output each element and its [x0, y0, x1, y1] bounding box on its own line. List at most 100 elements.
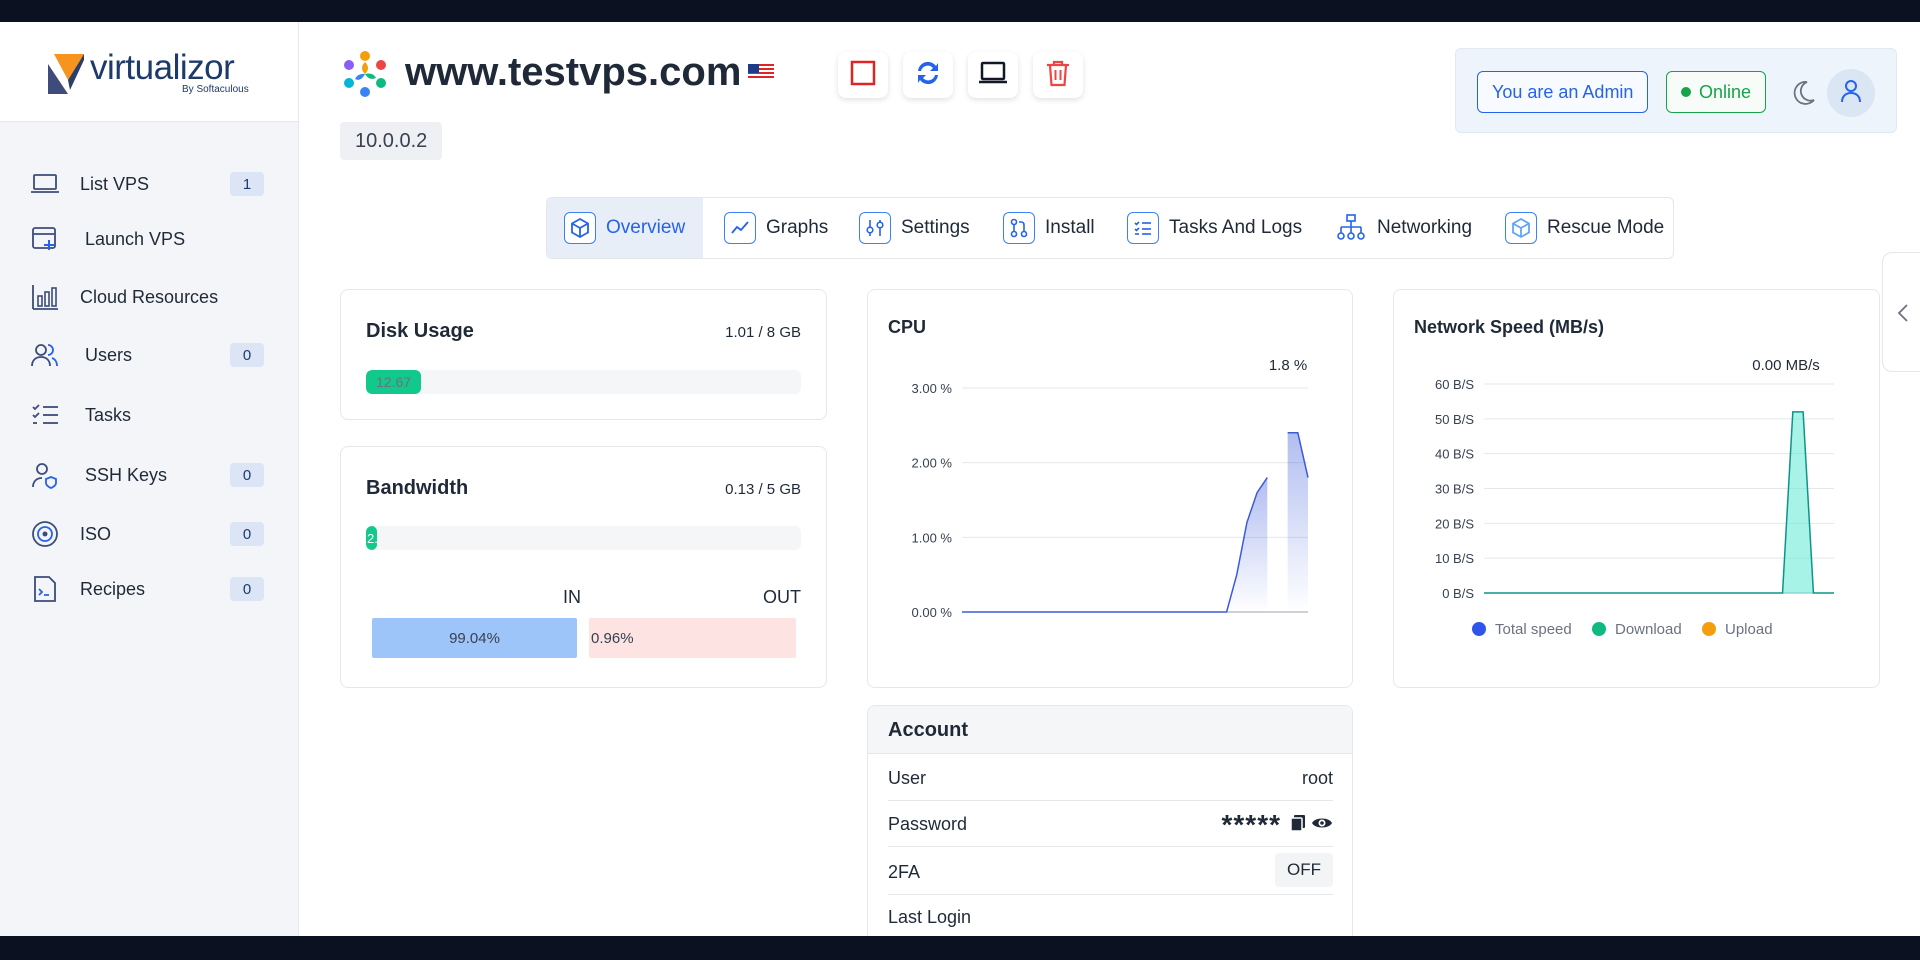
tab-label: Graphs [766, 217, 829, 238]
user-key-icon [30, 460, 60, 490]
tab-label: Install [1045, 217, 1095, 238]
2fa-toggle[interactable]: OFF [1275, 853, 1333, 887]
legend-label: Download [1615, 621, 1682, 638]
network-card: Network Speed (MB/s) 0.00 MB/s 0 B/S 10 B… [1393, 289, 1880, 688]
count-badge: 1 [230, 172, 264, 196]
card-title: Bandwidth [366, 477, 469, 499]
sidebar-item-label: Users [85, 344, 133, 365]
tab-rescue-mode[interactable]: Rescue Mode [1505, 198, 1664, 258]
sidebar-item-cloud-resources[interactable]: Cloud Resources [0, 277, 299, 317]
bandwidth-card: Bandwidth 0.13 / 5 GB 2. IN OUT 99.04% 0… [340, 446, 827, 688]
disc-icon [30, 519, 60, 549]
laptop-icon [979, 61, 1007, 90]
online-status-badge: Online [1666, 71, 1767, 113]
tab-settings[interactable]: Settings [859, 198, 970, 258]
out-percent: 0.96% [591, 629, 634, 647]
count-badge: 0 [230, 343, 264, 367]
git-pull-icon [1003, 212, 1035, 244]
sidebar-item-launch-vps[interactable]: Launch VPS [0, 219, 299, 259]
count-badge: 0 [230, 463, 264, 487]
checklist-icon [30, 400, 60, 430]
sidebar-item-ssh-keys[interactable]: SSH Keys 0 [0, 455, 299, 495]
cpu-line [962, 477, 1268, 613]
tab-label: Networking [1377, 217, 1473, 238]
sidebar-item-users[interactable]: Users 0 [0, 335, 299, 375]
sidebar-item-recipes[interactable]: Recipes 0 [0, 569, 299, 609]
cpu-y-tick-label: 2.00 % [912, 456, 953, 471]
brand-logo[interactable]: virtualizor By Softaculous [0, 22, 298, 122]
account-key: Last Login [888, 907, 972, 927]
net-y-tick-label: 60 B/S [1435, 377, 1474, 392]
virtualizor-logo-icon [48, 54, 84, 94]
admin-badge: You are an Admin [1477, 71, 1649, 113]
count-badge: 0 [230, 522, 264, 546]
in-label: IN [563, 587, 581, 607]
account-key: 2FA [888, 862, 921, 882]
legend-label: Upload [1725, 621, 1773, 638]
user-icon [1840, 79, 1862, 108]
vnc-console-button[interactable] [968, 52, 1018, 98]
eye-icon[interactable] [1311, 815, 1333, 836]
laptop-icon [30, 169, 60, 199]
users-icon [30, 340, 60, 370]
sidebar-item-iso[interactable]: ISO 0 [0, 514, 299, 554]
sidebar-item-list-vps[interactable]: List VPS 1 [0, 164, 299, 204]
cpu-area [962, 477, 1268, 612]
us-flag-icon [748, 64, 774, 80]
network-tree-icon [1335, 212, 1367, 244]
recipe-doc-icon [30, 574, 60, 604]
delete-button[interactable] [1033, 52, 1083, 98]
sidebar-item-label: Tasks [85, 404, 132, 425]
status-dot-icon [1681, 87, 1691, 97]
tab-overview[interactable]: Overview [547, 198, 703, 258]
disk-progress-bar: 12.67 [366, 370, 801, 394]
tab-install[interactable]: Install [1003, 198, 1095, 258]
sidebar-item-tasks[interactable]: Tasks [0, 395, 299, 435]
tab-label: Overview [606, 217, 686, 238]
app-window: virtualizor By Softaculous List VPS 1 La… [0, 22, 1920, 936]
chevron-left-icon [1897, 303, 1909, 328]
bar-chart-icon [30, 282, 60, 312]
vps-flower-icon [344, 51, 386, 97]
cpu-chart: 1.8 % 0.00 % 1.00 % 2.00 % 3.00 % [912, 357, 1309, 620]
sidebar: virtualizor By Softaculous List VPS 1 La… [0, 22, 299, 936]
legend-label: Total speed [1495, 621, 1572, 638]
vps-tabs: Overview Graphs Settings Install Tasks A… [546, 197, 1674, 259]
checklist-icon [1127, 212, 1159, 244]
tab-networking[interactable]: Networking [1335, 198, 1472, 258]
tab-tasks-and-logs[interactable]: Tasks And Logs [1127, 198, 1302, 258]
sidebar-item-label: SSH Keys [85, 464, 168, 485]
window-plus-icon [30, 224, 60, 254]
sidebar-item-label: List VPS [80, 173, 150, 194]
disk-usage-value: 1.01 / 8 GB [725, 324, 801, 341]
legend-swatch [1472, 622, 1486, 636]
disk-progress-fill: 12.67 [366, 370, 422, 394]
account-card: Account User root Password ***** 2FA OFF… [867, 705, 1353, 936]
copy-icon[interactable] [1289, 814, 1307, 837]
sidebar-item-label: Cloud Resources [80, 286, 219, 307]
bandwidth-progress-bar: 2. [366, 526, 801, 550]
count-badge: 0 [230, 577, 264, 601]
cpu-current-value: 1.8 % [1269, 357, 1307, 374]
cpu-y-tick-label: 3.00 % [912, 381, 953, 396]
user-avatar-button[interactable] [1827, 69, 1875, 117]
account-row-2fa: 2FA OFF [888, 847, 1333, 895]
account-row-password: Password ***** [888, 801, 1333, 847]
account-row-user: User root [888, 754, 1333, 801]
account-key: Password [888, 814, 968, 834]
tab-graphs[interactable]: Graphs [724, 198, 828, 258]
stop-button[interactable] [838, 52, 888, 98]
restart-button[interactable] [903, 52, 953, 98]
sidebar-item-label: Recipes [80, 578, 146, 599]
cpu-y-tick-label: 0.00 % [912, 605, 953, 620]
cpu-chart-title: CPU [888, 317, 927, 337]
sidebar-item-label: Launch VPS [85, 228, 186, 249]
net-y-tick-label: 20 B/S [1435, 516, 1474, 531]
refresh-icon [914, 59, 942, 92]
legend-swatch [1592, 622, 1606, 636]
moon-icon[interactable] [1789, 79, 1817, 107]
account-header: Account [868, 706, 1352, 754]
cpu-card: CPU 1.8 % 0.00 % 1.00 % 2.00 % 3.00 % [867, 289, 1353, 688]
side-panel-toggle[interactable] [1882, 252, 1920, 372]
bandwidth-out-bar: 0.96% [589, 618, 796, 658]
